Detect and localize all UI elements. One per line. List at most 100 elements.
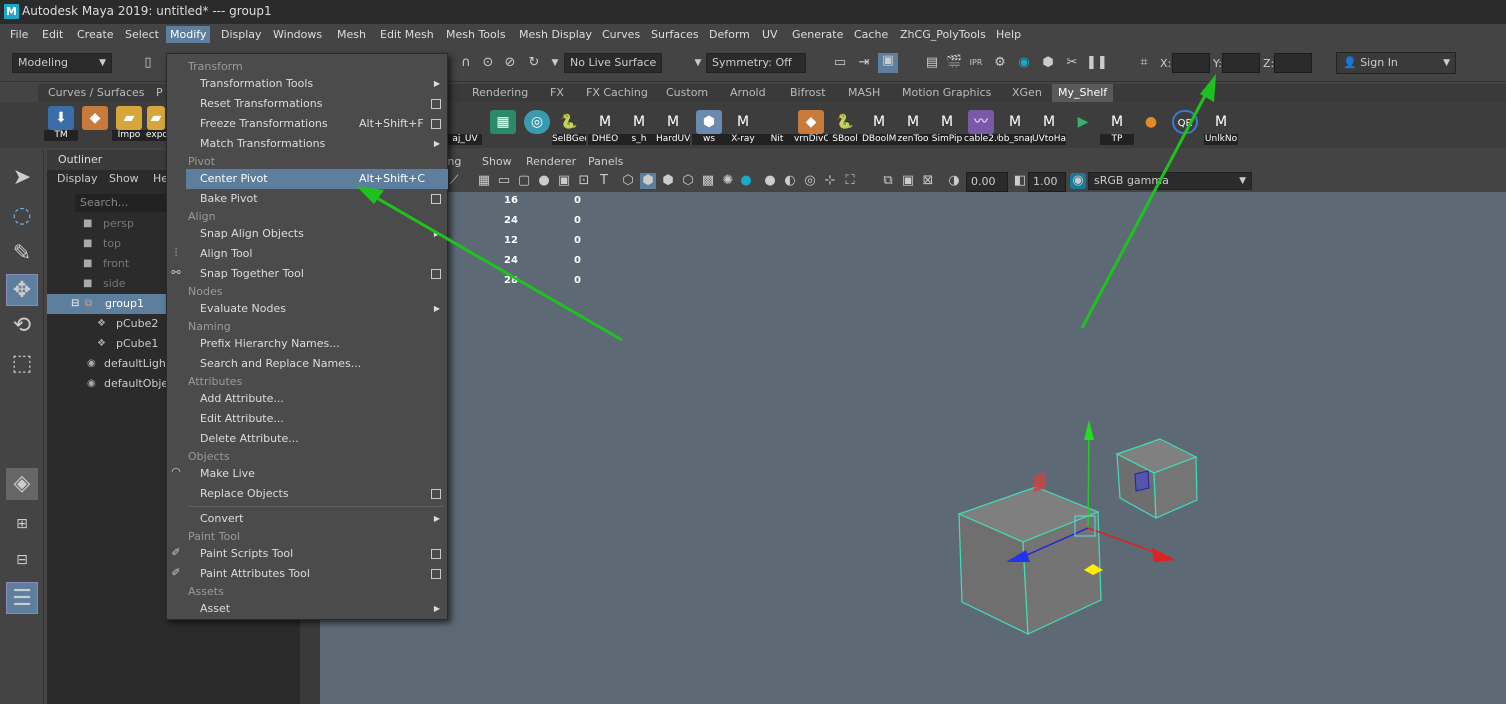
shelf-button-sbool[interactable]: 🐍 SBool [828, 110, 862, 148]
shelf-button-camera[interactable]: ▶ [1066, 110, 1100, 148]
shelf-button-orange[interactable]: ● [1134, 110, 1168, 148]
xray-components-icon[interactable]: ⊠ [920, 173, 936, 189]
tab-my-shelf[interactable]: My_Shelf [1052, 84, 1114, 102]
snap-view-icon[interactable]: ⊘ [502, 55, 518, 71]
shelf-button-x-ray[interactable]: M X-ray [726, 110, 760, 148]
shelf-button-simpip[interactable]: M SimPip [930, 110, 964, 148]
menu-select[interactable]: Select [121, 26, 163, 43]
menu-zhcg-polytools[interactable]: ZhCG_PolyTools [896, 26, 990, 43]
viewport-menu-renderer[interactable]: Renderer [526, 155, 576, 168]
arnold-render-icon[interactable]: ⬢ [1040, 55, 1056, 71]
viewport-3d[interactable]: 16 0 24 0 12 0 24 0 28 0 [320, 192, 1506, 704]
menu-item-prefix-hierarchy-names[interactable]: Prefix Hierarchy Names... [186, 334, 448, 354]
pause-icon[interactable]: ❚❚ [1086, 55, 1108, 71]
z-field[interactable] [1274, 53, 1312, 73]
four-view-layout-icon[interactable]: ⊞ [6, 508, 38, 540]
shelf-button-zentoo[interactable]: MzenToo [896, 110, 930, 148]
option-box-icon[interactable] [431, 99, 441, 109]
outliner-layout-icon[interactable]: ☰ [6, 582, 38, 614]
motion-blur-icon[interactable]: ◐ [782, 173, 798, 189]
menu-uv[interactable]: UV [758, 26, 782, 43]
outliner-item-defaultlightset[interactable]: ◉defaultLightSet [47, 354, 167, 374]
live-surface-field[interactable]: No Live Surface [564, 53, 662, 73]
shelf-button-selbgeo[interactable]: 🐍SelBGeo [552, 110, 586, 148]
menu-item-asset[interactable]: Asset ▶ [186, 599, 448, 619]
menu-curves[interactable]: Curves [598, 26, 644, 43]
shelf-button-sphere[interactable]: ◎ [520, 110, 554, 148]
safe-title-icon[interactable]: T [596, 173, 612, 189]
shelf-button-export[interactable]: ▰ expo [146, 106, 166, 144]
isolate-select-icon[interactable]: ⛶ [842, 173, 858, 189]
menu-item-delete-attribute[interactable]: Delete Attribute... [186, 429, 448, 449]
outliner-menu-show[interactable]: Show [109, 172, 139, 185]
y-field[interactable] [1222, 53, 1260, 73]
shadows-icon[interactable]: ● [738, 173, 754, 189]
menu-edit-mesh[interactable]: Edit Mesh [376, 26, 438, 43]
menu-surfaces[interactable]: Surfaces [647, 26, 703, 43]
symmetry-chevron-icon[interactable]: ▼ [690, 55, 706, 71]
viewport-menu-show[interactable]: Show [482, 155, 512, 168]
tab-motion-graphics[interactable]: Motion Graphics [896, 84, 997, 102]
option-box-icon[interactable] [431, 269, 441, 279]
wireframe-icon[interactable]: ⬡ [620, 173, 636, 189]
menu-edit[interactable]: Edit [38, 26, 67, 43]
gate-mask-icon[interactable]: ● [536, 173, 552, 189]
menu-file[interactable]: File [6, 26, 32, 43]
shelf-button-tp[interactable]: M TP [1100, 110, 1134, 148]
safe-action-icon[interactable]: ⊡ [576, 173, 592, 189]
menu-help[interactable]: Help [992, 26, 1025, 43]
exposure-field[interactable]: 0.00 [966, 172, 1008, 192]
output-icon[interactable]: ⇥ [856, 55, 872, 71]
tab-arnold[interactable]: Arnold [724, 84, 772, 102]
option-box-icon[interactable] [431, 119, 441, 129]
render-frame-icon[interactable]: 🎬 [946, 55, 962, 71]
textured-icon[interactable]: ⬡ [680, 173, 696, 189]
gamma-field[interactable]: 1.00 [1028, 172, 1066, 192]
menu-cache[interactable]: Cache [850, 26, 892, 43]
menu-generate[interactable]: Generate [788, 26, 847, 43]
arnold-ipr-icon[interactable]: ✂ [1064, 55, 1080, 71]
shelf-button-unlkno[interactable]: M UnlkNo [1204, 110, 1238, 148]
single-perspective-layout-icon[interactable]: ◈ [6, 468, 38, 500]
render-settings-icon[interactable]: ⚙ [992, 55, 1008, 71]
tab-mash[interactable]: MASH [842, 84, 886, 102]
tab-bifrost[interactable]: Bifrost [784, 84, 832, 102]
xray-icon[interactable]: ⧉ [880, 173, 896, 189]
menu-item-paint-attributes-tool[interactable]: Paint Attributes Tool [186, 564, 448, 584]
menu-item-add-attribute[interactable]: Add Attribute... [186, 389, 448, 409]
construction-history-icon[interactable]: ▣ [878, 53, 898, 73]
colorspace-dropdown[interactable]: sRGB gamma ▼ [1088, 172, 1252, 190]
option-box-icon[interactable] [431, 489, 441, 499]
shelf-button-tm[interactable]: ⬇ TM [44, 106, 78, 144]
menu-item-reset-transformations[interactable]: Reset Transformations [186, 94, 448, 114]
shelf-button-cable[interactable]: 〰cable2.0 [964, 110, 998, 148]
shelf-button-nit[interactable]: Nit [760, 110, 794, 148]
menu-item-freeze-transformations[interactable]: Freeze Transformations Alt+Shift+F [186, 114, 448, 134]
menu-mesh[interactable]: Mesh [333, 26, 370, 43]
menu-deform[interactable]: Deform [705, 26, 754, 43]
tab-fx-caching[interactable]: FX Caching [580, 84, 654, 102]
shelf-button-bb-snap[interactable]: Mbb_snap [998, 110, 1032, 148]
menu-mesh-display[interactable]: Mesh Display [515, 26, 596, 43]
paint-select-tool-icon[interactable]: ✎ [6, 238, 38, 270]
menu-item-match-transformations[interactable]: Match Transformations ▶ [186, 134, 448, 154]
option-box-icon[interactable] [431, 569, 441, 579]
antialiasing-icon[interactable]: ◎ [802, 173, 818, 189]
gamma-icon[interactable]: ◧ [1012, 173, 1028, 189]
x-field[interactable] [1172, 53, 1210, 73]
select-tool-icon[interactable]: ➤ [6, 162, 38, 194]
menu-item-center-pivot[interactable]: Center Pivot Alt+Shift+C [186, 169, 448, 189]
move-tool-icon[interactable]: ✥ [6, 274, 38, 306]
snap-curve-icon[interactable]: ∩ [458, 55, 474, 71]
menu-item-align-tool[interactable]: Align Tool [186, 244, 448, 264]
menu-item-paint-scripts-tool[interactable]: Paint Scripts Tool [186, 544, 448, 564]
tab-curves-surfaces[interactable]: Curves / Surfaces [42, 84, 151, 102]
field-chart-icon[interactable]: ▣ [556, 173, 572, 189]
shelf-button-uvtoha[interactable]: M UVtoHa [1032, 110, 1066, 148]
viewport-menu-panels[interactable]: Panels [588, 155, 623, 168]
input-icon[interactable]: ▭ [832, 55, 848, 71]
shelf-button-ws[interactable]: ⬢ ws [692, 110, 726, 148]
new-scene-icon[interactable]: ▯ [140, 55, 156, 71]
shelf-button-s-h[interactable]: Ms_h [622, 110, 656, 148]
checker-shading-icon[interactable]: ▩ [700, 173, 716, 189]
